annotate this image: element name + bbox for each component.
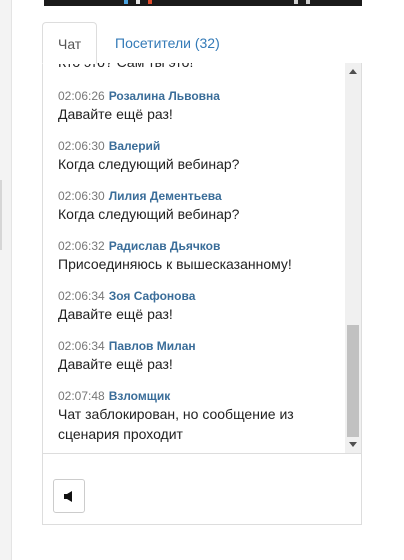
- scroll-up-icon[interactable]: [349, 69, 357, 74]
- message-author[interactable]: Павлов Милан: [109, 339, 196, 353]
- message-text: Чат заблокирован, но сообщение из сценар…: [58, 406, 294, 442]
- tray-icon: [148, 0, 152, 4]
- message-time: 02:07:48: [58, 389, 105, 403]
- message-time: 02:06:26: [58, 89, 105, 103]
- tab-chat[interactable]: Чат: [42, 22, 97, 64]
- message-time: 02:06:30: [58, 139, 105, 153]
- message-text: Когда следующий вебинар?: [58, 156, 240, 172]
- scrollbar-thumb[interactable]: [347, 325, 359, 437]
- message-text: Давайте ещё раз!: [58, 106, 173, 122]
- message-item: 02:06:30 Лилия Дементьева Когда следующий…: [58, 184, 343, 234]
- message-list: Кто это? Сам ты это! 02:06:26 Розалина Ль…: [58, 63, 343, 442]
- message-author[interactable]: Лилия Дементьева: [109, 189, 222, 203]
- chat-panel: Кто это? Сам ты это! 02:06:26 Розалина Ль…: [42, 63, 362, 525]
- message-author[interactable]: Радислав Дьячков: [109, 239, 221, 253]
- message-time: 02:06:34: [58, 289, 105, 303]
- message-item: 02:06:34 Зоя Сафонова Давайте ещё раз!: [58, 284, 343, 334]
- message-author[interactable]: Взломщик: [109, 389, 171, 403]
- chat-scrollbar[interactable]: [345, 63, 361, 453]
- message-author[interactable]: Зоя Сафонова: [109, 289, 196, 303]
- tray-icon: [136, 0, 140, 4]
- message-author[interactable]: Валерий: [109, 139, 161, 153]
- message-text: Когда следующий вебинар?: [58, 206, 240, 222]
- message-item: 02:06:30 Валерий Когда следующий вебинар?: [58, 134, 343, 184]
- message-text: Давайте ещё раз!: [58, 306, 173, 322]
- speaker-icon: [64, 491, 72, 502]
- sound-toggle-button[interactable]: [53, 479, 85, 513]
- message-text: Давайте ещё раз!: [58, 356, 173, 372]
- message-text: Кто это? Сам ты это!: [58, 63, 343, 72]
- taskbar-strip: [44, 0, 362, 6]
- left-strip-marker: [0, 180, 2, 250]
- left-page-strip: [0, 0, 12, 560]
- message-author[interactable]: Розалина Львовна: [109, 89, 220, 103]
- tab-visitors[interactable]: Посетители (32): [100, 22, 235, 64]
- message-item: 02:06:34 Павлов Милан Давайте ещё раз!: [58, 334, 343, 384]
- message-item: 02:06:32 Радислав Дьячков Присоединяюсь к…: [58, 234, 343, 284]
- chat-messages-area[interactable]: Кто это? Сам ты это! 02:06:26 Розалина Ль…: [43, 63, 361, 454]
- tray-icon: [124, 0, 128, 4]
- message-partial: Кто это? Сам ты это!: [58, 63, 343, 84]
- message-item: 02:07:48 Взломщик Чат заблокирован, но со…: [58, 384, 343, 442]
- message-time: 02:06:34: [58, 339, 105, 353]
- tray-icon: [306, 0, 310, 4]
- message-item: 02:06:26 Розалина Львовна Давайте ещё раз…: [58, 84, 343, 134]
- message-time: 02:06:32: [58, 239, 105, 253]
- scroll-down-icon[interactable]: [349, 442, 357, 447]
- message-time: 02:06:30: [58, 189, 105, 203]
- tray-icon: [294, 0, 298, 4]
- message-text: Присоединяюсь к вышесказанному!: [58, 256, 292, 272]
- chat-tabs: Чат Посетители (32): [42, 22, 362, 64]
